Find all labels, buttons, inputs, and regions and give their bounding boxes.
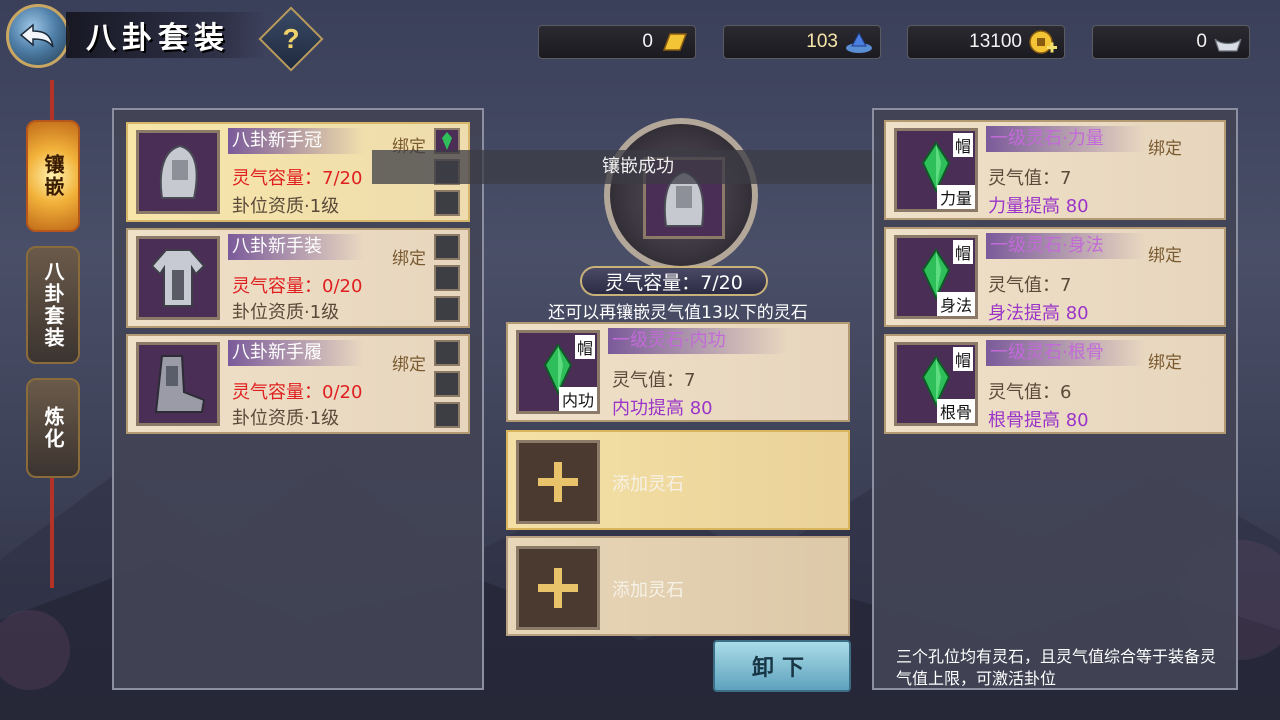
gem-slot-empty <box>434 265 460 291</box>
helmet-icon <box>136 130 220 214</box>
capacity-pill: 灵气容量：7/20 <box>580 266 768 296</box>
gem-slot-empty <box>434 371 460 397</box>
boots-icon <box>136 342 220 426</box>
socketed-stone-card[interactable]: 帽 内功 一级灵石·内功 灵气值：7 内功提高 80 <box>506 322 850 422</box>
stone-bonus: 内功提高 80 <box>612 398 713 419</box>
equipment-name: 八卦新手装 <box>228 234 364 260</box>
bind-label: 绑定 <box>392 355 426 375</box>
gem-slot-empty <box>434 340 460 366</box>
add-stone-slot[interactable]: 添加灵石 <box>506 430 850 530</box>
currency-coin[interactable]: 13100 <box>907 25 1065 59</box>
currency-silver-ingot: 0 <box>1092 25 1250 59</box>
gem-slot-empty <box>434 296 460 322</box>
lantern-cord <box>50 80 54 120</box>
add-stone-label: 添加灵石 <box>612 474 684 495</box>
stone-card[interactable]: 帽 根骨 一级灵石·根骨 绑定 灵气值：6 根骨提高 80 <box>884 334 1226 434</box>
stone-value: 灵气值：7 <box>988 275 1072 296</box>
capacity-text: 灵气容量：0/20 <box>232 382 363 403</box>
title-plate: 八卦套装 <box>66 12 266 58</box>
inlay-hint: 还可以再镶嵌灵气值13以下的灵石 <box>548 303 808 323</box>
stone-name: 一级灵石·根骨 <box>986 340 1146 366</box>
plus-icon <box>516 440 600 524</box>
bind-label: 绑定 <box>392 249 426 269</box>
stone-value: 灵气值：7 <box>988 168 1072 189</box>
green-stone-icon: 帽 根骨 <box>894 342 978 426</box>
quality-text: 卦位资质·1级 <box>232 408 340 429</box>
add-stone-slot[interactable]: 添加灵石 <box>506 536 850 636</box>
slot-badge: 帽 <box>952 347 973 371</box>
lantern-tassel <box>50 478 54 588</box>
currency-gold-ingot: 0 <box>538 25 696 59</box>
equipment-emblem <box>604 118 758 272</box>
stone-card[interactable]: 帽 力量 一级灵石·力量 绑定 灵气值：7 力量提高 80 <box>884 120 1226 220</box>
game-screen: 八卦套装 ? 0 103 13100 0 镶嵌 八卦套装 炼化 八卦新手冠 绑定… <box>0 0 1280 720</box>
question-icon: ? <box>282 23 300 54</box>
stone-name: 一级灵石·内功 <box>608 328 788 354</box>
bind-label: 绑定 <box>1148 139 1182 159</box>
stone-type-tag: 内功 <box>558 387 597 411</box>
quality-text: 卦位资质·1级 <box>232 196 340 217</box>
currency-blue-gem: 103 <box>723 25 881 59</box>
tab-label: 镶嵌 <box>41 154 65 198</box>
currency-value: 0 <box>1196 31 1207 52</box>
stone-value: 灵气值：7 <box>612 370 696 391</box>
green-stone-icon: 帽 身法 <box>894 235 978 319</box>
blue-gem-icon <box>842 26 876 60</box>
toast-message: 镶嵌成功 <box>372 150 904 184</box>
stone-type-tag: 身法 <box>936 292 975 316</box>
slot-badge: 帽 <box>952 133 973 157</box>
stone-name: 一级灵石·身法 <box>986 233 1146 259</box>
slot-badge: 帽 <box>952 240 973 264</box>
stone-name: 一级灵石·力量 <box>986 126 1146 152</box>
stone-type-tag: 力量 <box>936 185 975 209</box>
activation-note: 三个孔位均有灵石，且灵气值综合等于装备灵气值上限，可激活卦位 <box>896 647 1217 688</box>
capacity-text: 灵气容量：7/20 <box>232 168 363 189</box>
stone-bonus: 根骨提高 80 <box>988 410 1089 431</box>
slot-badge: 帽 <box>574 335 595 359</box>
page-title: 八卦套装 <box>86 21 230 56</box>
stone-bonus: 力量提高 80 <box>988 196 1089 217</box>
robe-icon <box>136 236 220 320</box>
equipment-card[interactable]: 八卦新手履 绑定 灵气容量：0/20 卦位资质·1级 <box>126 334 470 434</box>
capacity-text: 灵气容量：0/20 <box>232 276 363 297</box>
tab-label: 八卦套装 <box>41 261 65 349</box>
equipment-name: 八卦新手冠 <box>228 128 364 154</box>
quality-text: 卦位资质·1级 <box>232 302 340 323</box>
gem-slot-empty <box>434 402 460 428</box>
back-button[interactable] <box>6 4 70 68</box>
green-stone-icon: 帽 力量 <box>894 128 978 212</box>
stone-type-tag: 根骨 <box>936 399 975 423</box>
coin-plus-icon[interactable] <box>1026 26 1060 60</box>
currency-value: 13100 <box>969 31 1022 52</box>
tab-bagua-set[interactable]: 八卦套装 <box>26 246 80 364</box>
tab-inlay[interactable]: 镶嵌 <box>26 120 80 232</box>
green-stone-icon: 帽 内功 <box>516 330 600 414</box>
equipment-name: 八卦新手履 <box>228 340 364 366</box>
tab-refine[interactable]: 炼化 <box>26 378 80 478</box>
gem-slot-empty <box>434 234 460 260</box>
stone-value: 灵气值：6 <box>988 382 1072 403</box>
plus-icon <box>516 546 600 630</box>
gold-ingot-icon <box>657 26 691 60</box>
gem-slot-empty <box>434 190 460 216</box>
currency-value: 103 <box>806 31 838 52</box>
add-stone-label: 添加灵石 <box>612 580 684 601</box>
unload-button[interactable]: 卸下 <box>713 640 851 692</box>
currency-value: 0 <box>642 31 653 52</box>
equipment-card[interactable]: 八卦新手装 绑定 灵气容量：0/20 卦位资质·1级 <box>126 228 470 328</box>
bind-label: 绑定 <box>1148 353 1182 373</box>
back-arrow-icon <box>19 23 54 48</box>
stone-bonus: 身法提高 80 <box>988 303 1089 324</box>
stone-card[interactable]: 帽 身法 一级灵石·身法 绑定 灵气值：7 身法提高 80 <box>884 227 1226 327</box>
tab-label: 炼化 <box>41 406 65 450</box>
silver-ingot-icon <box>1211 26 1245 60</box>
bind-label: 绑定 <box>1148 246 1182 266</box>
